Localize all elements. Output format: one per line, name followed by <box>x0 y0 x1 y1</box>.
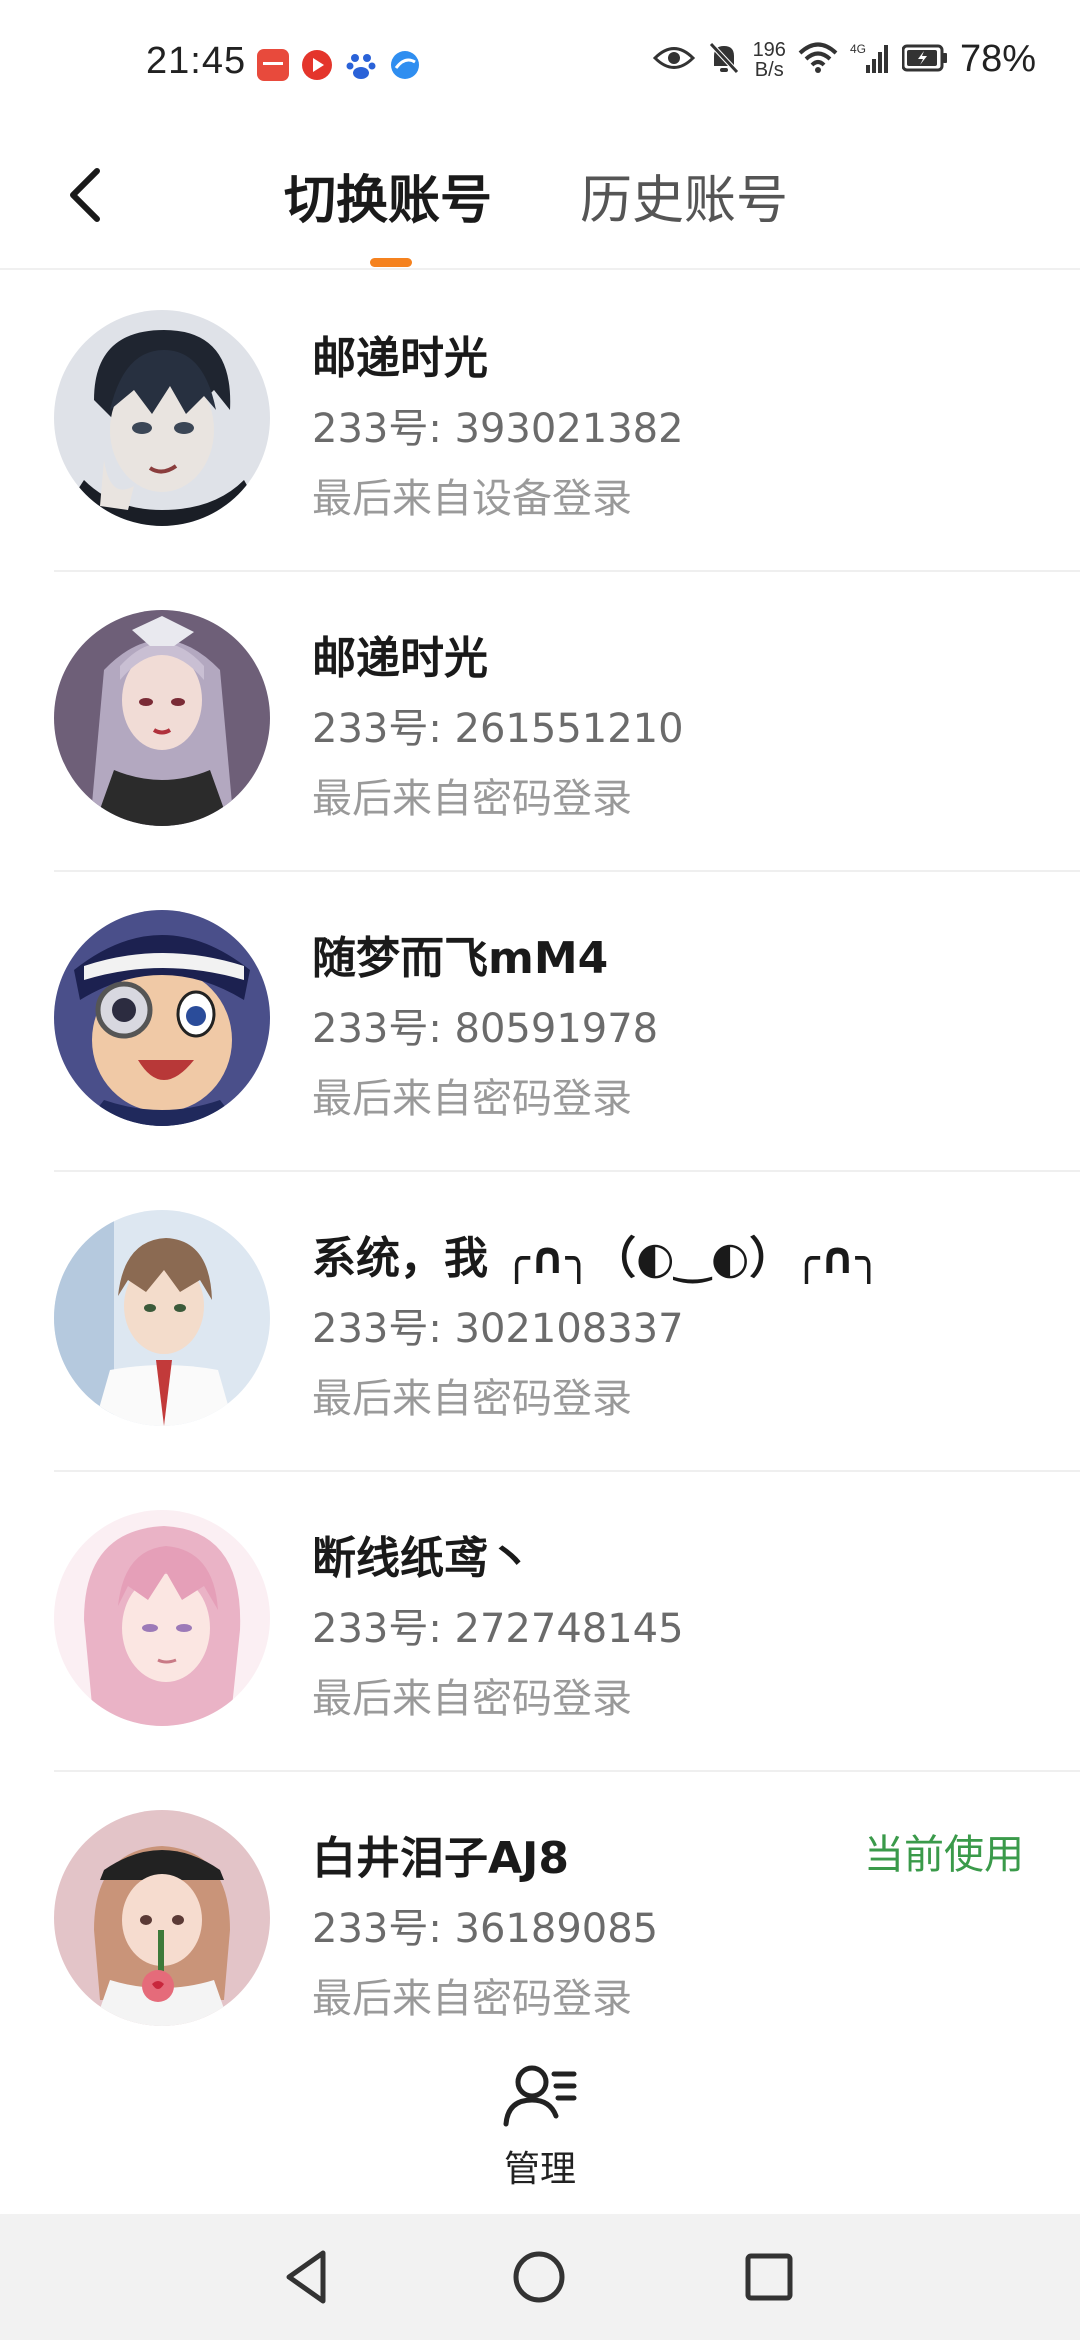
account-login-method: 最后来自密码登录 <box>312 1376 632 1422</box>
account-name: 断线纸鸢丶 <box>312 1533 532 1584</box>
account-login-method: 最后来自密码登录 <box>312 776 632 822</box>
account-item[interactable]: 随梦而飞mM4 233号: 80591978 最后来自密码登录 <box>0 872 1080 1172</box>
account-item[interactable]: 白井泪子AJ8 当前使用 233号: 36189085 最后来自密码登录 <box>0 1772 1080 2072</box>
manage-user-icon <box>503 2065 577 2127</box>
network-speed: 196 B/s <box>753 40 786 80</box>
back-button[interactable] <box>50 160 120 230</box>
nav-back-button[interactable] <box>276 2244 342 2310</box>
nav-recents-button[interactable] <box>736 2244 802 2310</box>
account-name: 系统，我 ╭∩╮（◐‿◐）╭∩╮ <box>312 1233 882 1284</box>
video-app-icon <box>300 48 334 82</box>
mute-bell-icon <box>707 40 741 80</box>
account-item[interactable]: 邮递时光 233号: 261551210 最后来自密码登录 <box>0 572 1080 872</box>
account-name: 邮递时光 <box>312 333 488 384</box>
tab-history-account[interactable]: 历史账号 <box>580 158 788 233</box>
browser-icon <box>388 48 422 82</box>
baidu-icon <box>344 48 378 82</box>
avatar <box>54 310 270 526</box>
huawei-store-icon <box>256 48 290 82</box>
avatar <box>54 910 270 1126</box>
net-speed-unit: B/s <box>754 58 784 81</box>
account-login-method: 最后来自密码登录 <box>312 1076 632 1122</box>
account-id: 233号: 261551210 <box>312 706 684 752</box>
account-item[interactable]: 断线纸鸢丶 233号: 272748145 最后来自密码登录 <box>0 1472 1080 1772</box>
status-time: 21:45 <box>146 40 247 82</box>
eye-comfort-icon <box>652 43 695 77</box>
account-id: 233号: 80591978 <box>312 1006 659 1052</box>
svg-text:4G: 4G <box>850 42 866 56</box>
account-name: 白井泪子AJ8 <box>312 1833 570 1884</box>
active-tab-indicator <box>370 258 412 267</box>
system-nav-bar <box>0 2214 1080 2340</box>
account-login-method: 最后来自密码登录 <box>312 1976 632 2022</box>
account-id: 233号: 393021382 <box>312 406 684 452</box>
header: 切换账号 历史账号 <box>0 130 1080 270</box>
account-name: 随梦而飞mM4 <box>312 933 609 984</box>
account-list: 邮递时光 233号: 393021382 最后来自设备登录 邮递时光 233号:… <box>0 272 1080 2072</box>
status-right: 196 B/s 4G 78% <box>652 38 1036 81</box>
current-account-badge: 当前使用 <box>864 1832 1024 1878</box>
account-name: 邮递时光 <box>312 633 488 684</box>
cell-signal-icon: 4G <box>850 41 890 79</box>
battery-icon <box>901 44 948 76</box>
net-speed-value: 196 <box>752 38 786 61</box>
nav-home-icon <box>513 2251 565 2303</box>
notification-icons <box>256 48 422 82</box>
manage-label: 管理 <box>503 2149 576 2190</box>
account-item[interactable]: 邮递时光 233号: 393021382 最后来自设备登录 <box>0 272 1080 572</box>
avatar <box>54 1810 270 2026</box>
tab-switch-account[interactable]: 切换账号 <box>284 158 492 233</box>
avatar <box>54 1510 270 1726</box>
account-item[interactable]: 系统，我 ╭∩╮（◐‿◐）╭∩╮ 233号: 302108337 最后来自密码登… <box>0 1172 1080 1472</box>
back-arrow-icon <box>70 168 100 222</box>
nav-back-icon <box>286 2250 326 2304</box>
account-id: 233号: 36189085 <box>312 1906 659 1952</box>
account-login-method: 最后来自密码登录 <box>312 1676 632 1722</box>
avatar <box>54 610 270 826</box>
account-login-method: 最后来自设备登录 <box>312 476 632 522</box>
manage-button[interactable]: 管理 <box>490 2060 590 2190</box>
account-id: 233号: 302108337 <box>312 1306 684 1352</box>
nav-recents-icon <box>745 2253 793 2301</box>
nav-home-button[interactable] <box>506 2244 572 2310</box>
account-id: 233号: 272748145 <box>312 1606 684 1652</box>
wifi-icon <box>798 42 838 78</box>
battery-percent: 78% <box>959 38 1036 80</box>
status-bar: 21:45 196 B/s 4G 78% <box>0 0 1080 130</box>
avatar <box>54 1210 270 1426</box>
